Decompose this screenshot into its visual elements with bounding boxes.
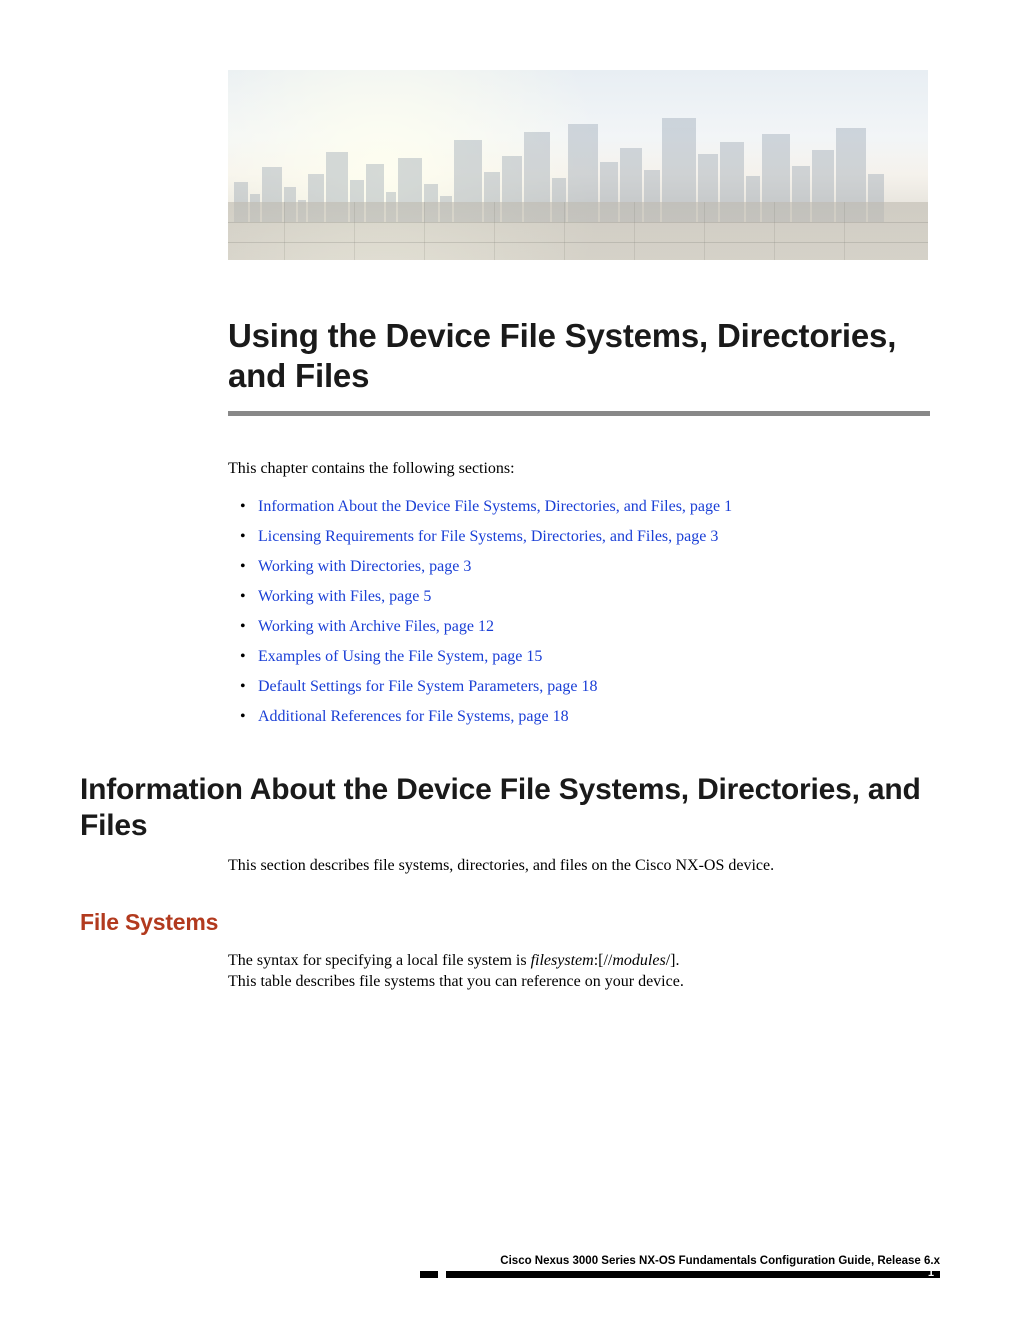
- text-italic: filesystem: [531, 952, 594, 969]
- chapter-intro: This chapter contains the following sect…: [228, 460, 940, 478]
- text-run: /].: [666, 952, 680, 969]
- subsection-heading: File Systems: [80, 909, 940, 936]
- toc-link[interactable]: Examples of Using the File System, page …: [258, 648, 542, 665]
- text-run: This table describes file systems that y…: [228, 973, 684, 990]
- section-heading: Information About the Device File System…: [80, 772, 940, 845]
- page: Using the Device File Systems, Directori…: [0, 0, 1020, 1320]
- toc-item: Working with Directories, page 3: [228, 558, 940, 576]
- page-footer: Cisco Nexus 3000 Series NX-OS Fundamenta…: [80, 1255, 940, 1278]
- toc-item: Information About the Device File System…: [228, 498, 940, 516]
- toc-link[interactable]: Information About the Device File System…: [258, 498, 732, 515]
- toc-item: Working with Files, page 5: [228, 588, 940, 606]
- toc-item: Licensing Requirements for File Systems,…: [228, 528, 940, 546]
- toc-link[interactable]: Additional References for File Systems, …: [258, 708, 569, 725]
- text-run: :[//: [594, 952, 613, 969]
- section-paragraph: This section describes file systems, dir…: [228, 857, 940, 875]
- subsection-paragraph: The syntax for specifying a local file s…: [228, 950, 940, 993]
- toc-list: Information About the Device File System…: [228, 498, 940, 726]
- toc-item: Working with Archive Files, page 12: [228, 618, 940, 636]
- toc-item: Default Settings for File System Paramet…: [228, 678, 940, 696]
- footer-bar: 1: [420, 1271, 940, 1278]
- chapter-banner-image: [228, 70, 928, 260]
- footer-page-number: 1: [928, 1267, 934, 1279]
- text-italic: modules: [612, 952, 665, 969]
- chapter-title: Using the Device File Systems, Directori…: [228, 316, 940, 397]
- toc-link[interactable]: Working with Files, page 5: [258, 588, 431, 605]
- toc-link[interactable]: Licensing Requirements for File Systems,…: [258, 528, 718, 545]
- text-run: The syntax for specifying a local file s…: [228, 952, 531, 969]
- toc-link[interactable]: Working with Directories, page 3: [258, 558, 471, 575]
- footer-guide-title: Cisco Nexus 3000 Series NX-OS Fundamenta…: [80, 1255, 940, 1267]
- toc-item: Examples of Using the File System, page …: [228, 648, 940, 666]
- toc-link[interactable]: Default Settings for File System Paramet…: [258, 678, 597, 695]
- title-rule: [228, 411, 930, 416]
- toc-item: Additional References for File Systems, …: [228, 708, 940, 726]
- toc-link[interactable]: Working with Archive Files, page 12: [258, 618, 494, 635]
